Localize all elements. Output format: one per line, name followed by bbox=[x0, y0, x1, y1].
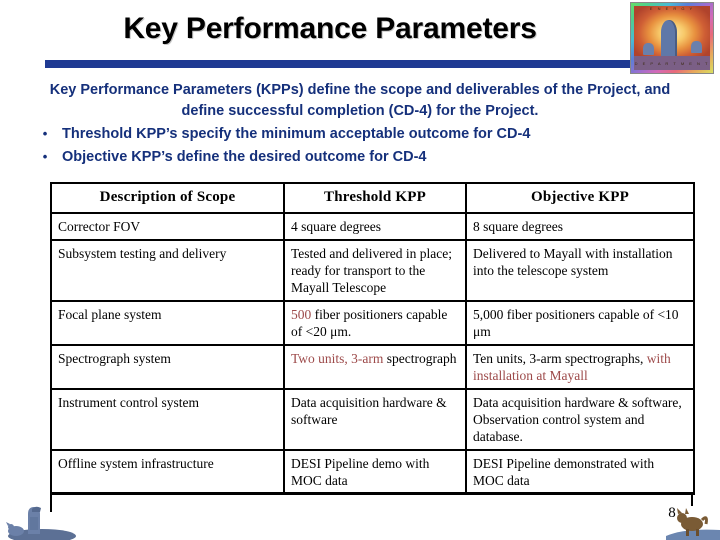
cell-threshold-kpp: Two units, 3-arm spectrograph bbox=[283, 344, 467, 390]
table-row: Corrector FOV 4 square degrees 8 square de… bbox=[50, 212, 695, 241]
footer-rule-horizontal bbox=[50, 492, 693, 494]
doe-logo-left-rock-icon bbox=[643, 43, 654, 55]
doe-logo-bottom-band-text: D E P A R T M E N T bbox=[634, 61, 710, 66]
cell-threshold-kpp: Tested and delivered in place; ready for… bbox=[283, 239, 467, 302]
doe-logo: E N E R G Y D E P A R T M E N T bbox=[630, 2, 714, 74]
table-row: Focal plane system 500 fiber positioners … bbox=[50, 300, 695, 346]
cell-description-of-scope: Offline system infrastructure bbox=[50, 449, 285, 495]
bullet-text-objective: Objective KPP’s define the desired outco… bbox=[62, 149, 427, 165]
decorative-animal-figure-icon bbox=[666, 508, 720, 540]
kpp-table-body: Corrector FOV 4 square degrees 8 square de… bbox=[50, 212, 695, 495]
bullet-item-objective: • Objective KPP’s define the desired out… bbox=[28, 146, 692, 168]
cell-objective-kpp: Data acquisition hardware & software, Ob… bbox=[465, 388, 695, 451]
doe-logo-artwork: E N E R G Y D E P A R T M E N T bbox=[634, 6, 710, 70]
cell-threshold-kpp: 4 square degrees bbox=[283, 212, 467, 241]
decorative-monolith-figure-icon bbox=[6, 506, 76, 540]
bullet-item-threshold: • Threshold KPP’s specify the minimum ac… bbox=[28, 123, 692, 145]
doe-logo-monolith-icon bbox=[661, 20, 677, 56]
cell-threshold-kpp: Data acquisition hardware & software bbox=[283, 388, 467, 451]
highlighted-text: Two units, 3-arm bbox=[291, 351, 384, 366]
table-row: Spectrograph system Two units, 3-arm spec… bbox=[50, 344, 695, 390]
plain-text: spectrograph bbox=[383, 351, 457, 366]
doe-logo-top-band-text: E N E R G Y bbox=[649, 6, 695, 11]
intro-paragraph: Key Performance Parameters (KPPs) define… bbox=[49, 82, 671, 119]
cell-description-of-scope: Focal plane system bbox=[50, 300, 285, 346]
cell-objective-kpp: DESI Pipeline demonstrated with MOC data bbox=[465, 449, 695, 495]
plain-text: fiber positioners capable of <20 μm. bbox=[291, 307, 448, 339]
body-text-block: Key Performance Parameters (KPPs) define… bbox=[28, 80, 692, 168]
column-header-threshold-kpp: Threshold KPP bbox=[283, 182, 467, 214]
cell-description-of-scope: Instrument control system bbox=[50, 388, 285, 451]
bullet-marker-icon: • bbox=[42, 126, 48, 141]
highlighted-text: 500 bbox=[291, 307, 312, 322]
table-header-row: Description of Scope Threshold KPP Objec… bbox=[50, 182, 695, 214]
cell-threshold-kpp: DESI Pipeline demo with MOC data bbox=[283, 449, 467, 495]
cell-description-of-scope: Subsystem testing and delivery bbox=[50, 239, 285, 302]
cell-description-of-scope: Corrector FOV bbox=[50, 212, 285, 241]
title-underline-rule bbox=[45, 60, 630, 68]
column-header-objective-kpp: Objective KPP bbox=[465, 182, 695, 214]
table-row: Instrument control system Data acquisitio… bbox=[50, 388, 695, 451]
cell-objective-kpp: Ten units, 3-arm spectrographs, with ins… bbox=[465, 344, 695, 390]
table-row: Subsystem testing and delivery Tested and… bbox=[50, 239, 695, 302]
cell-objective-kpp: 5,000 fiber positioners capable of <10 μ… bbox=[465, 300, 695, 346]
cell-objective-kpp: 8 square degrees bbox=[465, 212, 695, 241]
cell-description-of-scope: Spectrograph system bbox=[50, 344, 285, 390]
page-title: Key Performance Parameters bbox=[123, 12, 537, 45]
cell-threshold-kpp: 500 fiber positioners capable of <20 μm. bbox=[283, 300, 467, 346]
column-header-description-of-scope: Description of Scope bbox=[50, 182, 285, 214]
kpp-table: Description of Scope Threshold KPP Objec… bbox=[50, 182, 695, 495]
bullet-marker-icon: • bbox=[42, 149, 48, 164]
bullet-text-threshold: Threshold KPP’s specify the minimum acce… bbox=[62, 126, 531, 142]
cell-objective-kpp: Delivered to Mayall with installation in… bbox=[465, 239, 695, 302]
plain-text: Ten units, 3-arm spectrographs, bbox=[473, 351, 647, 366]
table-row: Offline system infrastructure DESI Pipeli… bbox=[50, 449, 695, 495]
doe-logo-right-rock-icon bbox=[691, 40, 703, 54]
